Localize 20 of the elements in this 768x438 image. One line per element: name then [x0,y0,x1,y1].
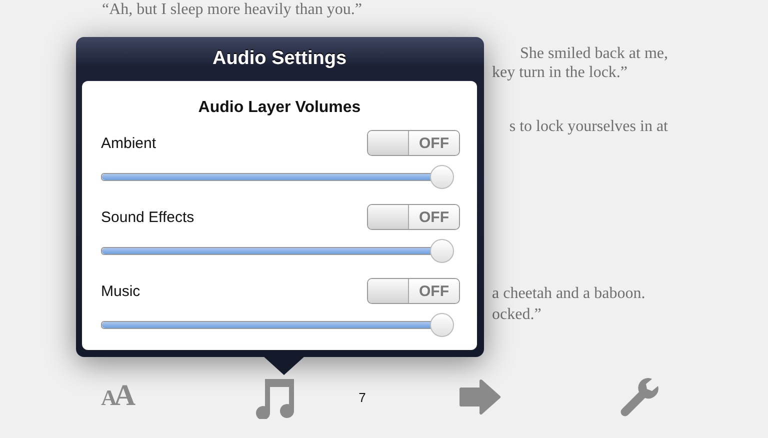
slider-thumb[interactable] [430,165,454,189]
layer-label: Ambient [101,134,156,152]
slider-thumb[interactable] [430,313,454,337]
toggle-switch[interactable]: OFF [367,130,460,156]
page-number: 7 [358,390,366,404]
arrow-right-icon[interactable] [458,379,501,415]
layer-label: Music [101,282,140,300]
popover-title: Audio Settings [211,47,348,71]
font-size-button[interactable]: AA [101,381,136,413]
book-text-line: key turn in the lock.” [492,63,628,83]
slider-thumb[interactable] [430,239,454,263]
book-text-line: s to lock yourselves in at [509,117,668,137]
toggle-switch[interactable]: OFF [367,204,460,230]
toggle-switch[interactable]: OFF [367,278,460,304]
book-text-line: “Ah, but I sleep more heavily than you.” [102,0,362,20]
book-text-line: She smiled back at me, [520,44,668,64]
book-text-line: a cheetah and a baboon. [492,284,646,304]
section-heading: Audio Layer Volumes [197,99,362,117]
layer-label: Sound Effects [101,208,194,226]
book-text-line: ocked.” [492,305,542,325]
